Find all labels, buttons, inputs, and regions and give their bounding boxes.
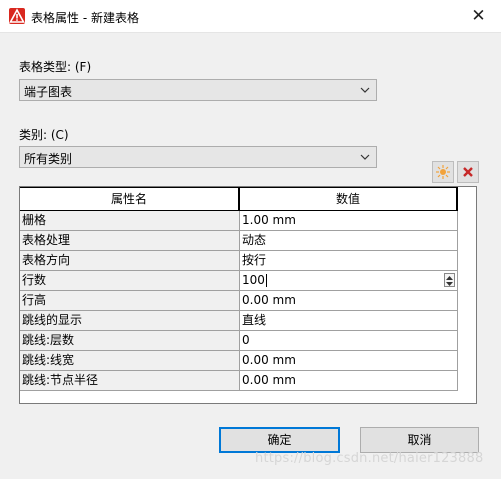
table-row[interactable]: 跳线的显示 直线 [20,311,458,331]
table-row[interactable]: 栅格 1.00 mm [20,211,458,231]
category-select[interactable]: 所有类别 [19,146,377,168]
chevron-down-icon [360,154,370,160]
row-name: 跳线的显示 [20,311,240,330]
new-row-button[interactable] [432,161,454,183]
watermark-text: https://blog.csdn.net/haier123888 [255,451,484,466]
table-type-value: 端子图表 [24,85,73,99]
spin-buttons[interactable] [444,273,455,287]
header-value[interactable]: 数值 [240,188,458,210]
table-row[interactable]: 跳线:线宽 0.00 mm [20,351,458,371]
table-type-label: 表格类型: (F) [19,60,92,74]
table-row[interactable]: 跳线:层数 0 [20,331,458,351]
x-icon [463,167,473,177]
category-value: 所有类别 [24,152,73,166]
table-type-select[interactable]: 端子图表 [19,79,377,101]
row-value[interactable]: 直线 [240,311,458,330]
close-button[interactable]: ✕ [456,0,501,32]
category-label: 类别: (C) [19,128,69,142]
app-warning-icon [9,8,25,24]
text-caret [265,274,267,287]
row-name: 表格处理 [20,231,240,250]
row-name: 栅格 [20,211,240,230]
row-name: 跳线:节点半径 [20,371,240,390]
table-row[interactable]: 表格处理 动态 [20,231,458,251]
table-row[interactable]: 行数 100 [20,271,458,291]
cancel-button[interactable]: 取消 [360,427,479,453]
table-row[interactable]: 表格方向 按行 [20,251,458,271]
row-value[interactable]: 0.00 mm [240,351,458,370]
title-bar: 表格属性 - 新建表格 ✕ [0,0,501,33]
property-grid[interactable]: 属性名 数值 栅格 1.00 mm 表格处理 动态 表格方向 按行 行数 100… [19,186,477,404]
table-row[interactable]: 行高 0.00 mm [20,291,458,311]
row-value[interactable]: 0 [240,331,458,350]
sun-icon [436,165,450,179]
chevron-down-icon [360,87,370,93]
ok-button[interactable]: 确定 [219,427,340,453]
close-icon: ✕ [471,6,486,26]
row-count-editor[interactable]: 100 [240,271,458,290]
header-property-name[interactable]: 属性名 [20,188,240,210]
row-count-input[interactable]: 100 [242,273,265,287]
delete-row-button[interactable] [457,161,479,183]
row-value[interactable]: 0.00 mm [240,371,458,390]
row-value[interactable]: 1.00 mm [240,211,458,230]
row-name: 行数 [20,271,240,290]
row-name: 表格方向 [20,251,240,270]
window-title: 表格属性 - 新建表格 [31,11,139,25]
spin-arrows-icon [446,276,453,286]
row-name: 跳线:线宽 [20,351,240,370]
row-value[interactable]: 按行 [240,251,458,270]
grid-header: 属性名 数值 [20,187,458,211]
row-value[interactable]: 0.00 mm [240,291,458,310]
table-row[interactable]: 跳线:节点半径 0.00 mm [20,371,458,391]
row-value[interactable]: 动态 [240,231,458,250]
row-name: 跳线:层数 [20,331,240,350]
row-name: 行高 [20,291,240,310]
